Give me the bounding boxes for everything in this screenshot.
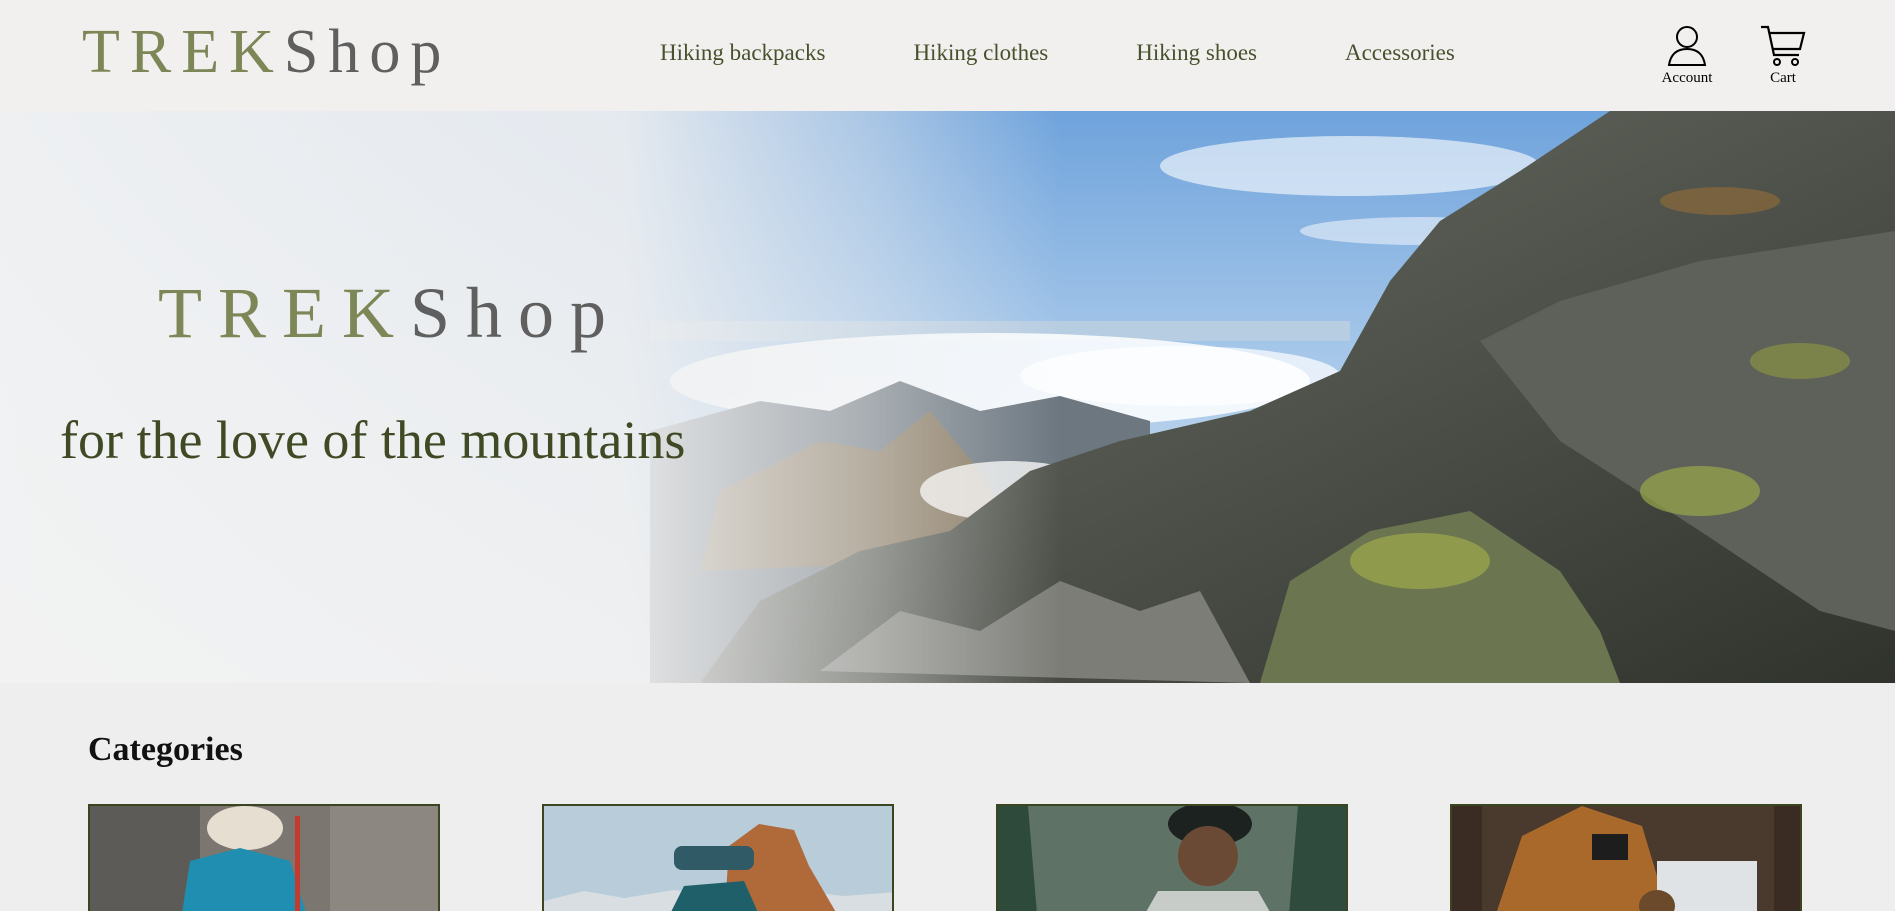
account-button[interactable]: Account — [1656, 24, 1718, 87]
woman-beanie-photo — [998, 806, 1346, 911]
hero-logo: TREKShop — [158, 273, 623, 353]
site-header: TREKShop Hiking backpacks Hiking clothes… — [0, 0, 1895, 111]
cart-label: Cart — [1770, 70, 1796, 86]
account-label: Account — [1661, 70, 1713, 86]
hero-tagline: for the love of the mountains — [60, 410, 686, 470]
logo-shop-text: Shop — [283, 18, 452, 86]
nav-hiking-backpacks[interactable]: Hiking backpacks — [660, 40, 825, 66]
category-card-2[interactable] — [542, 804, 894, 911]
hero-banner: TREKShop for the love of the mountains — [0, 111, 1895, 683]
site-logo[interactable]: TREKShop — [82, 18, 451, 86]
mountain-hero-image — [0, 111, 1895, 683]
categories-title: Categories — [88, 731, 243, 768]
main-nav: Hiking backpacks Hiking clothes Hiking s… — [660, 40, 1455, 66]
category-card-3[interactable] — [996, 804, 1348, 911]
jacket-map-photo — [1452, 806, 1800, 911]
logo-trek-text: TREK — [82, 18, 284, 86]
hero-logo-trek-text: TREK — [158, 273, 410, 353]
user-icon — [1667, 26, 1707, 66]
hero-logo-shop-text: Shop — [409, 273, 623, 353]
nav-hiking-shoes[interactable]: Hiking shoes — [1136, 40, 1257, 66]
hiker-headband-photo — [544, 806, 892, 911]
category-card-1[interactable] — [88, 804, 440, 911]
cart-button[interactable]: Cart — [1752, 24, 1814, 87]
category-card-4[interactable] — [1450, 804, 1802, 911]
cart-icon — [1761, 25, 1806, 66]
hiker-backpack-photo — [90, 806, 438, 911]
nav-accessories[interactable]: Accessories — [1345, 40, 1455, 66]
nav-hiking-clothes[interactable]: Hiking clothes — [913, 40, 1048, 66]
